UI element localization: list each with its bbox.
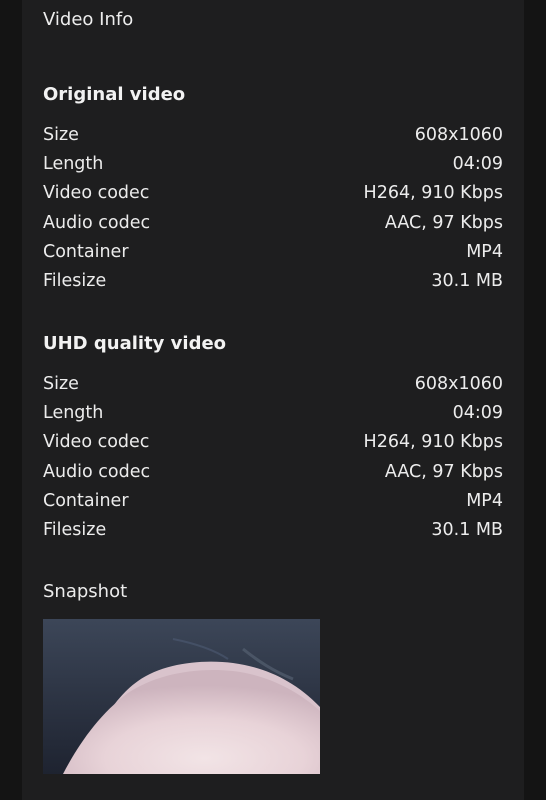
row-value: MP4 <box>466 241 503 262</box>
original-size-row: Size 608x1060 <box>43 121 503 150</box>
uhd-video-heading: UHD quality video <box>43 333 227 354</box>
original-video-details: Size 608x1060 Length 04:09 Video codec H… <box>43 121 503 296</box>
row-label: Video codec <box>43 432 150 453</box>
snapshot-thumbnail <box>43 619 320 774</box>
row-label: Container <box>43 241 129 262</box>
row-value: 30.1 MB <box>431 270 503 291</box>
row-value: 608x1060 <box>414 374 503 394</box>
row-value: 04:09 <box>452 403 503 424</box>
original-video-heading: Original video <box>43 84 186 105</box>
uhd-container-row: Container MP4 <box>43 487 503 516</box>
row-value: AAC, 97 Kbps <box>384 461 503 482</box>
row-label: Audio codec <box>43 212 151 233</box>
original-audio-codec-row: Audio codec AAC, 97 Kbps <box>43 209 503 238</box>
row-label: Filesize <box>43 270 107 291</box>
original-filesize-row: Filesize 30.1 MB <box>43 267 503 296</box>
row-label: Audio codec <box>43 461 151 482</box>
uhd-audio-codec-row: Audio codec AAC, 97 Kbps <box>43 458 503 487</box>
row-label: Container <box>43 490 129 511</box>
original-length-row: Length 04:09 <box>43 150 503 179</box>
row-value: AAC, 97 Kbps <box>384 212 503 233</box>
video-info-panel: Video Info Original video Size 608x1060 … <box>22 0 524 800</box>
uhd-video-codec-row: Video codec H264, 910 Kbps <box>43 428 503 457</box>
row-value: H264, 910 Kbps <box>363 432 503 453</box>
snapshot-image[interactable] <box>43 619 320 774</box>
row-label: Video codec <box>43 183 150 204</box>
panel-title: Video Info <box>43 9 134 30</box>
row-label: Size <box>43 125 79 145</box>
row-label: Length <box>43 403 104 424</box>
uhd-length-row: Length 04:09 <box>43 399 503 428</box>
uhd-filesize-row: Filesize 30.1 MB <box>43 516 503 545</box>
original-video-codec-row: Video codec H264, 910 Kbps <box>43 179 503 208</box>
page: Video Info Original video Size 608x1060 … <box>0 0 546 800</box>
row-value: 608x1060 <box>414 125 503 145</box>
snapshot-heading: Snapshot <box>43 581 128 602</box>
row-label: Size <box>43 374 79 394</box>
row-value: H264, 910 Kbps <box>363 183 503 204</box>
row-value: 30.1 MB <box>431 519 503 540</box>
uhd-size-row: Size 608x1060 <box>43 370 503 399</box>
uhd-video-details: Size 608x1060 Length 04:09 Video codec H… <box>43 370 503 545</box>
row-value: MP4 <box>466 490 503 511</box>
row-label: Filesize <box>43 519 107 540</box>
original-container-row: Container MP4 <box>43 238 503 267</box>
row-value: 04:09 <box>452 154 503 175</box>
row-label: Length <box>43 154 104 175</box>
